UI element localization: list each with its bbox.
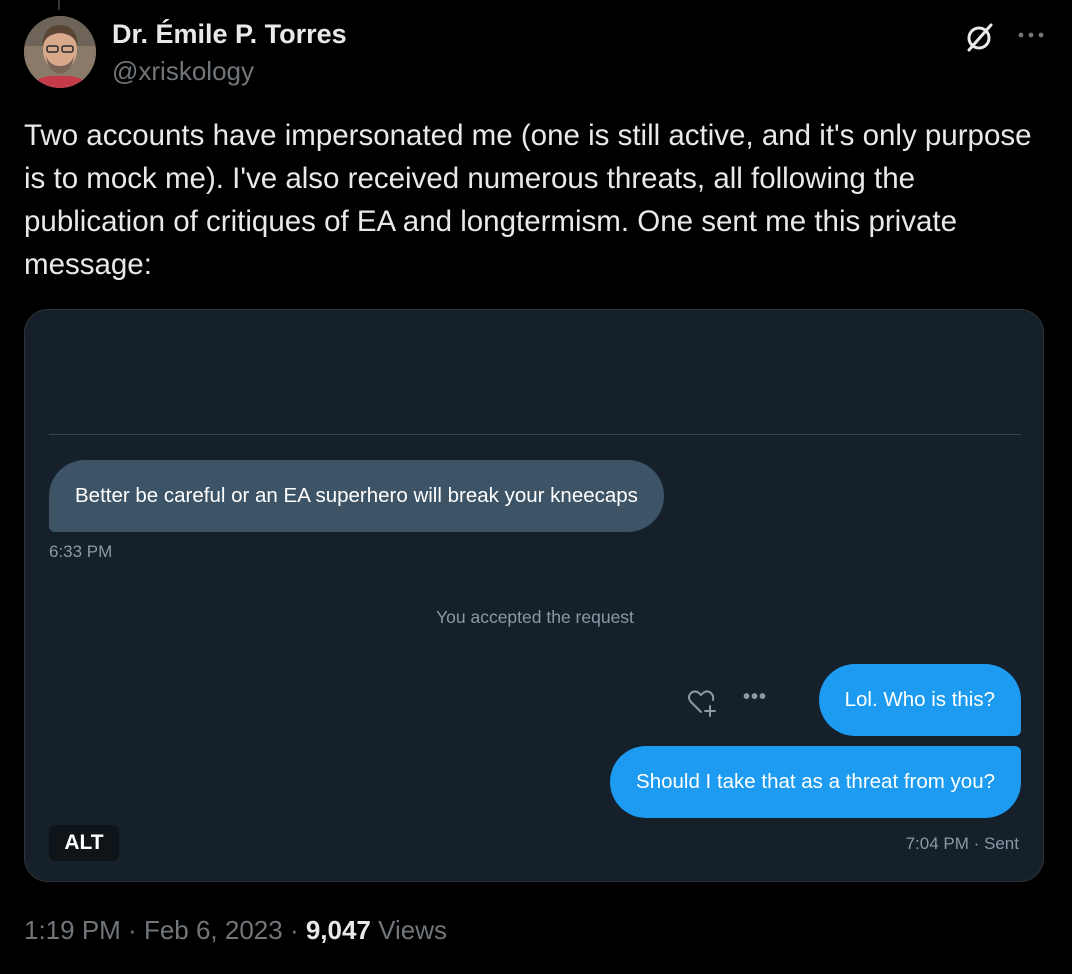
dm-divider — [49, 434, 1021, 435]
views-label: Views — [378, 915, 448, 945]
tweet-time[interactable]: 1:19 PM — [24, 915, 121, 945]
tweet-text: Two accounts have impersonated me (one i… — [24, 119, 1040, 281]
tweet-media-image[interactable]: Better be careful or an EA superhero wil… — [24, 309, 1044, 882]
grok-icon[interactable] — [963, 20, 997, 54]
tweet: Dr. Émile P. Torres @xriskology Two acco… — [0, 0, 1072, 974]
outgoing-message-bubble: Should I take that as a threat from you? — [610, 746, 1021, 818]
author-handle[interactable]: @xriskology — [112, 56, 254, 87]
ellipsis-icon: ••• — [743, 686, 768, 708]
heart-plus-icon — [685, 685, 719, 719]
tweet-meta: 1:19 PM · Feb 6, 2023 · 9,047 Views — [24, 915, 448, 945]
system-message: You accepted the request — [436, 607, 634, 627]
outgoing-message-sent: Sent — [984, 834, 1019, 853]
more-horizontal-icon[interactable] — [1014, 20, 1048, 50]
incoming-message-time: 6:33 PM — [49, 542, 113, 561]
alt-text-button[interactable]: ALT — [49, 825, 119, 861]
outgoing-message-status: 7:04 PM · Sent — [905, 834, 1019, 853]
author-name[interactable]: Dr. Émile P. Torres — [112, 19, 347, 50]
thread-line — [58, 0, 60, 10]
incoming-message-bubble: Better be careful or an EA superhero wil… — [49, 460, 664, 532]
views-count: 9,047 — [305, 915, 371, 945]
outgoing-message-bubble: Lol. Who is this? — [818, 664, 1021, 736]
tweet-date[interactable]: Feb 6, 2023 — [144, 915, 283, 945]
author-avatar[interactable] — [24, 16, 96, 88]
outgoing-message-time: 7:04 PM — [905, 834, 969, 853]
